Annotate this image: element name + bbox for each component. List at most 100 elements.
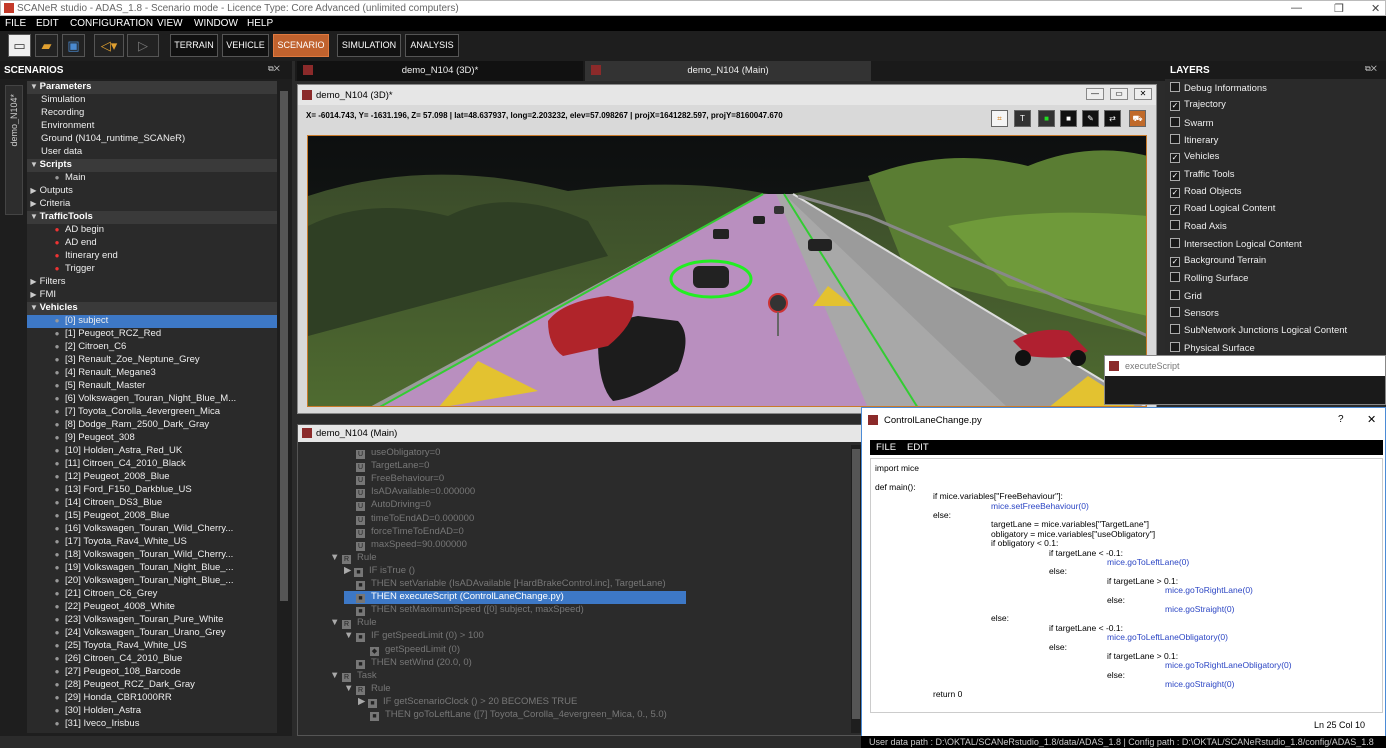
tree-item[interactable]: ▶ Filters	[27, 276, 277, 289]
layer-checkbox[interactable]: ✓	[1170, 153, 1180, 164]
layer-checkbox[interactable]: ✓	[1170, 170, 1180, 181]
layer-row[interactable]: Itinerary	[1170, 133, 1218, 148]
expand-arrow-icon[interactable]: ▼	[30, 82, 38, 91]
tree-item[interactable]: ● [2] Citroen_C6	[27, 341, 277, 354]
tree-item[interactable]: ● [13] Ford_F150_Darkblue_US	[27, 484, 277, 497]
layer-checkbox[interactable]	[1170, 116, 1180, 127]
layer-checkbox[interactable]: ✓	[1170, 187, 1180, 198]
script-row[interactable]: U AutoDriving=0	[344, 499, 431, 512]
back-arrow-icon[interactable]: ◁▾	[94, 34, 124, 57]
tree-section[interactable]: ▼ Scripts	[27, 159, 277, 172]
layer-row[interactable]: ✓ Trajectory	[1170, 99, 1226, 113]
tree-item[interactable]: ● [18] Volkswagen_Touran_Wild_Cherry...	[27, 549, 277, 562]
collapsed-arrow-icon[interactable]: ▶	[30, 290, 37, 299]
help-icon[interactable]: ?	[1338, 414, 1344, 425]
expand-arrow-icon[interactable]: ▼	[344, 683, 356, 694]
script-row[interactable]: ▼ R Rule	[344, 683, 391, 696]
scrollbar-thumb[interactable]	[852, 449, 860, 719]
tree-item[interactable]: ● [23] Volkswagen_Touran_Pure_White	[27, 614, 277, 627]
tree-item[interactable]: ● [5] Renault_Master	[27, 380, 277, 393]
tree-item[interactable]: ● Itinerary end	[27, 250, 277, 263]
layer-checkbox[interactable]	[1170, 237, 1180, 248]
layer-row[interactable]: Physical Surface	[1170, 341, 1255, 356]
tow-icon[interactable]: ⇄	[1104, 110, 1121, 127]
tree-item[interactable]: ● [19] Volkswagen_Touran_Night_Blue_...	[27, 562, 277, 575]
edit-icon[interactable]: ✎	[1082, 110, 1099, 127]
script-row[interactable]: ◆ getSpeedLimit (0)	[358, 644, 460, 657]
tree-item[interactable]: ● Trigger	[27, 263, 277, 276]
menu-file[interactable]: FILE	[5, 18, 26, 29]
collapsed-arrow-icon[interactable]: ▶	[30, 277, 37, 286]
layer-checkbox[interactable]	[1170, 341, 1180, 352]
editor-menu-edit[interactable]: EDIT	[907, 442, 929, 453]
menu-view[interactable]: VIEW	[157, 18, 183, 29]
script-row[interactable]: ■ THEN setWind (20.0, 0)	[344, 657, 472, 670]
collapsed-arrow-icon[interactable]: ▶	[30, 199, 37, 208]
collapsed-arrow-icon[interactable]: ▶	[358, 696, 368, 707]
tab-main[interactable]: demo_N104 (Main)	[585, 61, 871, 81]
script-row[interactable]: U FreeBehaviour=0	[344, 473, 444, 486]
tree-item[interactable]: Environment	[27, 120, 277, 133]
tab-3d[interactable]: demo_N104 (3D)*	[297, 61, 583, 81]
tree-item[interactable]: ● [21] Citroen_C6_Grey	[27, 588, 277, 601]
layer-row[interactable]: Road Axis	[1170, 220, 1227, 234]
menu-window[interactable]: WINDOW	[194, 18, 238, 29]
layer-row[interactable]: Intersection Logical Content	[1170, 237, 1302, 252]
script-row[interactable]: U TargetLane=0	[344, 460, 429, 473]
menu-edit[interactable]: EDIT	[36, 18, 59, 29]
frame-icon[interactable]: ⌗	[991, 110, 1008, 127]
minimize-icon[interactable]: —	[1291, 2, 1302, 14]
expand-arrow-icon[interactable]: ▼	[330, 617, 342, 628]
menu-help[interactable]: HELP	[247, 18, 273, 29]
script-row[interactable]: UtimeToEndAD=0.000000	[344, 513, 474, 526]
expand-arrow-icon[interactable]: ▼	[330, 670, 342, 681]
play-icon[interactable]: ▷	[127, 34, 159, 57]
script-row[interactable]: U IsADAvailable=0.000000	[344, 486, 475, 499]
tree-item[interactable]: ● Main	[27, 172, 277, 185]
tree-item[interactable]: ● [17] Toyota_Rav4_White_US	[27, 536, 277, 549]
script-row[interactable]: ▶ ■ IF getScenarioClock () > 20 BECOMES T…	[358, 696, 577, 709]
tree-item[interactable]: ● [31] Iveco_Irisbus	[27, 718, 277, 731]
mode-scenario[interactable]: SCENARIO	[273, 34, 329, 57]
tree-item[interactable]: ● [7] Toyota_Corolla_4evergreen_Mica	[27, 406, 277, 419]
car-icon[interactable]: ⛟	[1129, 110, 1146, 127]
3d-scene[interactable]	[308, 136, 1147, 407]
tree-item[interactable]: ● [16] Volkswagen_Touran_Wild_Cherry...	[27, 523, 277, 536]
tree-item[interactable]: ● [4] Renault_Megane3	[27, 367, 277, 380]
menu-configuration[interactable]: CONFIGURATION	[70, 18, 153, 29]
mode-vehicle[interactable]: VEHICLE	[222, 34, 269, 57]
layer-row[interactable]: ✓ Vehicles	[1170, 151, 1219, 165]
tree-item[interactable]: Simulation	[27, 94, 277, 107]
tree-item[interactable]: ● [25] Toyota_Rav4_White_US	[27, 640, 277, 653]
tree-item[interactable]: Ground (N104_runtime_SCANeR)	[27, 133, 277, 146]
tree-item[interactable]: ● [26] Citroen_C4_2010_Blue	[27, 653, 277, 666]
minimize-icon[interactable]: —	[1086, 88, 1104, 100]
3d-scene-viewport[interactable]	[307, 135, 1147, 407]
layer-checkbox[interactable]: ✓	[1170, 205, 1180, 216]
script-row[interactable]: UforceTimeToEndAD=0	[344, 526, 464, 539]
open-folder-icon[interactable]: ▰	[35, 34, 58, 57]
tree-item[interactable]: ● [30] Holden_Astra	[27, 705, 277, 718]
layer-row[interactable]: ✓ Road Objects	[1170, 186, 1242, 200]
save-icon[interactable]: ▣	[62, 34, 85, 57]
scenario-vertical-tab[interactable]: demo_N104*	[5, 85, 23, 215]
script-row[interactable]: ■ THEN setMaximumSpeed ([0] subject, maxS…	[344, 604, 584, 617]
close-icon[interactable]: ✕	[1371, 2, 1380, 15]
tree-section[interactable]: ▼ TrafficTools	[27, 211, 277, 224]
expand-arrow-icon[interactable]: ▼	[30, 303, 38, 312]
script-row[interactable]: ■ THEN setVariable (IsADAvailable [HardBr…	[344, 578, 666, 591]
layer-checkbox[interactable]: ✓	[1170, 101, 1180, 112]
code-area[interactable]: import mice def main(): if mice.variables[…	[870, 458, 1383, 713]
new-file-icon[interactable]: ▭	[8, 34, 31, 57]
script-row[interactable]: ■ THEN executeScript (ControlLaneChange.p…	[344, 591, 686, 605]
mode-simulation[interactable]: SIMULATION	[337, 34, 401, 57]
tree-item[interactable]: ● [15] Peugeot_2008_Blue	[27, 510, 277, 523]
scenario-scrollbar[interactable]	[279, 81, 289, 733]
layer-checkbox[interactable]	[1170, 289, 1180, 300]
tree-item[interactable]: ● [8] Dodge_Ram_2500_Dark_Gray	[27, 419, 277, 432]
layer-row[interactable]: Debug Informations	[1170, 82, 1267, 96]
tree-item[interactable]: ● [0] subject	[27, 315, 277, 328]
tree-item[interactable]: Recording	[27, 107, 277, 120]
expand-arrow-icon[interactable]: ▼	[30, 212, 38, 221]
layer-row[interactable]: ✓ Traffic Tools	[1170, 169, 1235, 183]
